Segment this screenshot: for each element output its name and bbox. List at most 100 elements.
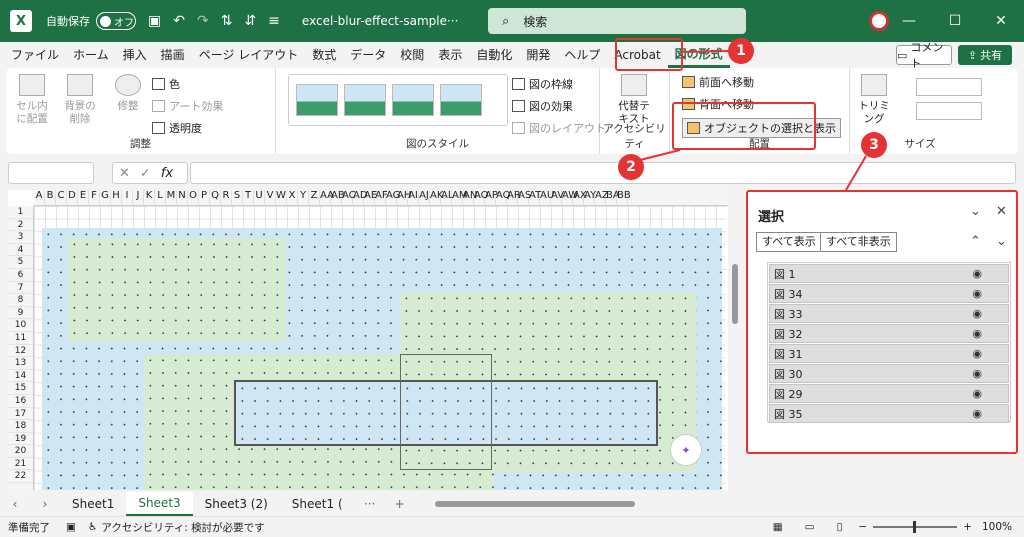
zoom-level[interactable]: 100% <box>982 521 1012 533</box>
tab-view[interactable]: 表示 <box>431 42 469 68</box>
save-icon[interactable]: ▣ <box>148 13 161 29</box>
customize-icon[interactable]: ≡ <box>268 13 280 29</box>
row-header[interactable]: 14 <box>8 370 33 383</box>
artistic-effects-button[interactable]: アート効果 <box>152 98 223 114</box>
add-sheet-icon[interactable]: + <box>385 497 415 511</box>
list-item[interactable]: 図 33 ◉ <box>769 304 1009 323</box>
style-thumb-1[interactable] <box>296 84 338 116</box>
column-header[interactable]: K <box>144 190 155 205</box>
zoom-out-icon[interactable]: − <box>858 521 867 533</box>
hide-all-button[interactable]: すべて非表示 <box>820 232 897 252</box>
column-header[interactable]: J <box>133 190 144 205</box>
move-up-icon[interactable]: ⌃ <box>970 234 981 249</box>
column-header[interactable]: B <box>45 190 56 205</box>
column-header[interactable]: BB <box>617 190 631 205</box>
list-item[interactable]: 図 1 ◉ <box>769 264 1009 283</box>
tab-automate[interactable]: 自動化 <box>469 42 519 68</box>
cell-grid[interactable] <box>34 206 726 490</box>
column-header[interactable]: AS <box>518 190 531 205</box>
column-header[interactable]: AT <box>529 190 541 205</box>
column-header[interactable]: Y <box>298 190 309 205</box>
column-header[interactable]: Q <box>210 190 221 205</box>
row-header[interactable]: 21 <box>8 458 33 471</box>
column-header[interactable]: T <box>243 190 254 205</box>
column-header[interactable]: AN <box>463 190 477 205</box>
column-header[interactable]: AH <box>397 190 411 205</box>
tab-draw[interactable]: 描画 <box>154 42 192 68</box>
cancel-icon[interactable]: ✕ <box>119 166 130 181</box>
bring-forward-button[interactable]: 前面へ移動 <box>682 74 754 90</box>
column-header[interactable]: C <box>56 190 67 205</box>
column-header[interactable]: Z <box>309 190 320 205</box>
row-header[interactable]: 8 <box>8 294 33 307</box>
column-header[interactable]: AU <box>540 190 554 205</box>
column-header[interactable]: N <box>177 190 188 205</box>
column-header[interactable]: R <box>221 190 232 205</box>
column-header[interactable]: AR <box>507 190 521 205</box>
style-thumb-4[interactable] <box>440 84 482 116</box>
column-header[interactable]: AF <box>375 190 388 205</box>
redo-icon[interactable]: ↷ <box>197 13 209 29</box>
style-thumb-2[interactable] <box>344 84 386 116</box>
list-item[interactable]: 図 29 ◉ <box>769 384 1009 403</box>
column-header[interactable]: M <box>166 190 177 205</box>
tab-data[interactable]: データ <box>343 42 393 68</box>
comment-button[interactable]: ▭ コメント <box>896 41 952 70</box>
column-header[interactable]: AG <box>386 190 400 205</box>
tab-developer[interactable]: 開発 <box>519 42 557 68</box>
column-header[interactable]: AP <box>485 190 498 205</box>
row-header[interactable]: 3 <box>8 231 33 244</box>
row-header[interactable]: 11 <box>8 332 33 345</box>
row-header[interactable]: 17 <box>8 408 33 421</box>
column-header[interactable]: P <box>199 190 210 205</box>
sheet-tab-sheet1-copy[interactable]: Sheet1 ( <box>280 493 355 515</box>
row-header[interactable]: 6 <box>8 269 33 282</box>
color-button[interactable]: 色 <box>152 76 180 92</box>
tab-home[interactable]: ホーム <box>66 42 116 68</box>
row-header[interactable]: 20 <box>8 445 33 458</box>
width-input[interactable] <box>916 102 982 120</box>
column-header[interactable]: W <box>276 190 287 205</box>
picture-border-button[interactable]: 図の枠線 <box>512 76 573 92</box>
sheet-tab-sheet3[interactable]: Sheet3 <box>126 492 193 516</box>
column-header[interactable]: AL <box>441 190 453 205</box>
row-header[interactable]: 2 <box>8 219 33 232</box>
visibility-eye-icon[interactable]: ◉ <box>972 367 982 380</box>
column-header[interactable]: AA <box>320 190 334 205</box>
row-header[interactable]: 18 <box>8 420 33 433</box>
list-item[interactable]: 図 30 ◉ <box>769 364 1009 383</box>
column-header[interactable]: S <box>232 190 243 205</box>
page-break-view-icon[interactable]: ▯ <box>837 521 843 533</box>
name-box[interactable] <box>8 162 94 184</box>
column-header[interactable]: AC <box>342 190 356 205</box>
page-layout-view-icon[interactable]: ▭ <box>805 521 815 533</box>
autosave-toggle[interactable]: オフ <box>96 12 136 30</box>
tab-help[interactable]: ヘルプ <box>557 42 607 68</box>
column-header[interactable]: D <box>67 190 78 205</box>
column-header[interactable]: E <box>78 190 89 205</box>
show-all-button[interactable]: すべて表示 <box>756 232 822 252</box>
normal-view-icon[interactable]: ▦ <box>773 521 783 533</box>
row-header[interactable]: 12 <box>8 345 33 358</box>
zoom-in-icon[interactable]: + <box>963 521 972 533</box>
column-header[interactable]: AY <box>584 190 596 205</box>
column-header[interactable]: U <box>254 190 265 205</box>
share-button[interactable]: ⇪ 共有 <box>958 45 1012 65</box>
horizontal-scrollbar[interactable] <box>434 501 635 507</box>
visibility-eye-icon[interactable]: ◉ <box>972 287 982 300</box>
row-header[interactable]: 10 <box>8 319 33 332</box>
column-header[interactable]: AX <box>573 190 587 205</box>
row-header[interactable]: 15 <box>8 382 33 395</box>
list-item[interactable]: 図 32 ◉ <box>769 324 1009 343</box>
undo-icon[interactable]: ↶ <box>173 13 185 29</box>
minimize-button[interactable]: — <box>886 13 932 29</box>
tab-formulas[interactable]: 数式 <box>305 42 343 68</box>
visibility-eye-icon[interactable]: ◉ <box>972 267 982 280</box>
worksheet[interactable]: A B C D E F G H I J K L M N O P Q R S T U V W X Y Z AA AB AC AD AE AF AG… <box>8 190 742 490</box>
column-header[interactable]: AV <box>551 190 564 205</box>
style-thumb-3[interactable] <box>392 84 434 116</box>
place-in-cell-button[interactable]: セル内に配置 <box>12 74 52 126</box>
column-header[interactable]: A <box>34 190 45 205</box>
restore-button[interactable]: ☐ <box>932 13 978 29</box>
row-header[interactable]: 1 <box>8 206 33 219</box>
